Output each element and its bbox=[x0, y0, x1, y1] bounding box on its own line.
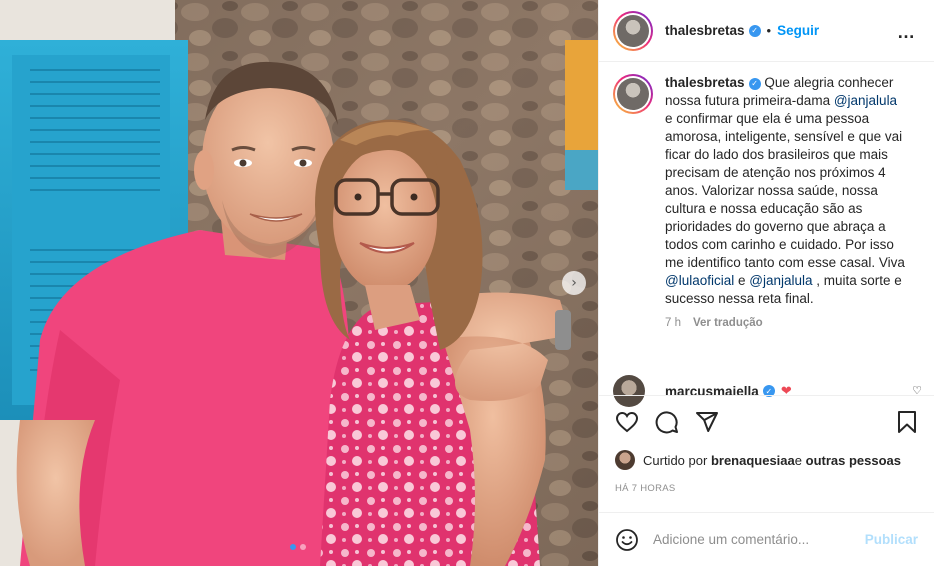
carousel-next-button[interactable]: › bbox=[562, 271, 586, 295]
avatar bbox=[617, 14, 649, 47]
verified-icon: ✓ bbox=[748, 78, 761, 90]
likes-prefix: Curtido por bbox=[643, 452, 708, 468]
save-bookmark-icon[interactable] bbox=[896, 410, 918, 434]
publish-button[interactable]: Publicar bbox=[865, 532, 918, 547]
caption-row: thalesbretas ✓ Que alegria conhecer nossa… bbox=[613, 74, 918, 329]
liker-username[interactable]: brenaquesiaa bbox=[711, 453, 795, 468]
comment-input[interactable] bbox=[653, 532, 865, 547]
caption-part-3: e bbox=[734, 273, 750, 288]
mention-janjalula-2[interactable]: @janjalula bbox=[749, 273, 812, 288]
mention-janjalula[interactable]: @janjalula bbox=[834, 93, 897, 108]
mention-lulaoficial[interactable]: @lulaoficial bbox=[665, 273, 734, 288]
verified-icon: ✓ bbox=[748, 24, 761, 37]
emoji-icon[interactable] bbox=[615, 528, 639, 552]
caption-meta: 7 h Ver tradução bbox=[665, 317, 907, 329]
post-photo[interactable]: › bbox=[0, 0, 598, 566]
caption-time[interactable]: 7 h bbox=[665, 317, 681, 329]
post-timestamp[interactable]: HÁ 7 HORAS bbox=[615, 483, 676, 494]
likes-summary: Curtido por brenaquesiaa e outras pessoa… bbox=[615, 450, 901, 470]
chevron-right-icon: › bbox=[571, 275, 577, 291]
other-likers-button[interactable]: outras pessoas bbox=[806, 453, 901, 468]
follow-button[interactable]: Seguir bbox=[777, 23, 819, 38]
share-icon[interactable] bbox=[695, 410, 719, 434]
post-image bbox=[0, 0, 598, 566]
comments-area[interactable]: thalesbretas ✓ Que alegria conhecer nossa… bbox=[599, 62, 934, 395]
carousel-dot-1 bbox=[290, 544, 296, 550]
caption-text: thalesbretas ✓ Que alegria conhecer nossa… bbox=[665, 74, 907, 308]
header-username[interactable]: thalesbretas bbox=[665, 23, 745, 38]
like-heart-icon[interactable] bbox=[615, 410, 639, 434]
caption-part-2: e confirmar que ela é uma pessoa amorosa… bbox=[665, 111, 905, 270]
avatar bbox=[617, 78, 649, 110]
carousel-dot-2 bbox=[300, 544, 306, 550]
liker-avatar[interactable] bbox=[615, 450, 635, 470]
add-comment-bar: Publicar bbox=[599, 512, 934, 566]
carousel-dots bbox=[290, 544, 306, 550]
caption-username[interactable]: thalesbretas bbox=[665, 75, 745, 90]
separator-dot: • bbox=[766, 23, 772, 38]
more-options-icon[interactable]: … bbox=[897, 22, 916, 43]
comment-icon[interactable] bbox=[655, 410, 679, 434]
post-header: thalesbretas ✓ • Seguir … bbox=[599, 0, 934, 62]
action-bar bbox=[599, 395, 934, 451]
likes-middle: e bbox=[794, 452, 802, 468]
caption-avatar[interactable] bbox=[613, 74, 653, 114]
see-translation-button[interactable]: Ver tradução bbox=[693, 317, 763, 329]
story-ring[interactable] bbox=[613, 10, 653, 51]
post-panel: thalesbretas ✓ • Seguir … thalesbretas ✓ … bbox=[598, 0, 934, 566]
